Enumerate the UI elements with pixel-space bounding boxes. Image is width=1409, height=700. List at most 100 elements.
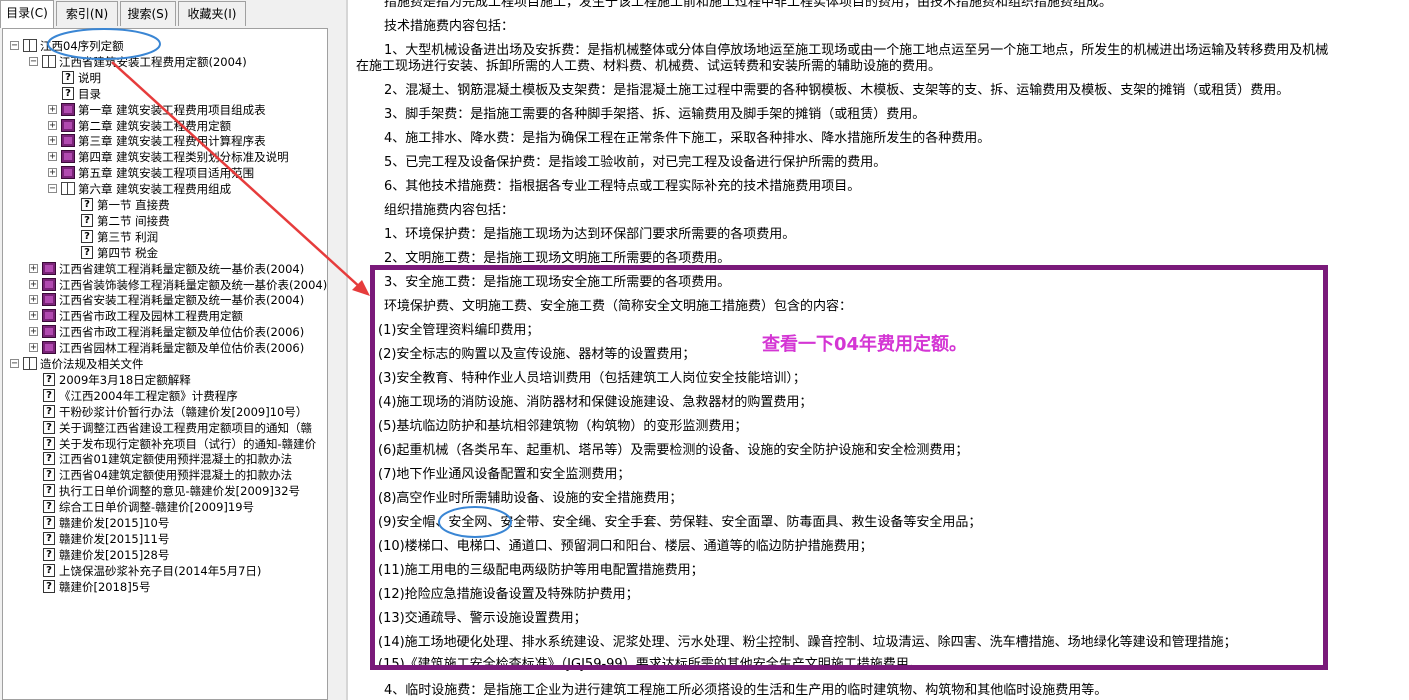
tree-item-label: 干粉砂浆计价暂行办法（赣建价发[2009]10号） <box>59 404 308 419</box>
tree-item-label: 说明 <box>78 70 101 85</box>
content-paragraph: (10)楼梯口、电梯口、通道口、预留洞口和阳台、楼层、通道等的临边防护措施费用； <box>378 539 873 554</box>
content-paragraph: 技术措施费内容包括： <box>384 19 515 34</box>
expand-icon[interactable]: + <box>48 152 57 162</box>
help-page-icon: ? <box>43 388 55 402</box>
help-page-icon: ? <box>43 452 55 466</box>
help-page-icon: ? <box>43 468 55 482</box>
help-page-icon: ? <box>81 213 93 227</box>
annotation-note: 查看一下04年费用定额。 <box>762 334 968 355</box>
book-closed-icon <box>42 261 56 275</box>
help-page-icon: ? <box>81 229 93 243</box>
expand-icon[interactable]: + <box>48 136 57 146</box>
content-paragraph: (11)施工用电的三级配电两级防护等用电配置措施费用； <box>378 563 704 578</box>
help-page-icon: ? <box>43 484 55 498</box>
tree-item-label: 第一节 直接费 <box>97 198 170 212</box>
tree-item-label: 江西省安装工程消耗量定额及统一基价表(2004) <box>59 293 305 308</box>
help-page-icon: ? <box>43 547 55 561</box>
tree-item-label: 第四章 建筑安装工程类别划分标准及说明 <box>78 150 289 165</box>
collapse-icon[interactable]: − <box>29 56 38 66</box>
tree-item-label: 第六章 建筑安装工程费用组成 <box>78 182 232 197</box>
book-closed-icon <box>42 341 56 355</box>
expand-icon[interactable]: + <box>29 279 38 289</box>
book-closed-icon <box>61 102 75 116</box>
tree-item-label: 江西省装饰装修工程消耗量定额及统一基价表(2004) <box>59 277 328 292</box>
expand-icon[interactable]: + <box>48 104 57 114</box>
content-paragraph: 4、施工排水、降水费：是指为确保工程在正常条件下施工，采取各种排水、降水措施所发… <box>384 131 991 146</box>
content-paragraph: (8)高空作业时所需辅助设备、设施的安全措施费用； <box>378 491 683 506</box>
book-closed-icon <box>42 277 56 291</box>
tree-item-label: 执行工日单价调整的意见-赣建价发[2009]32号 <box>59 484 301 499</box>
tree-item-label: 第四节 税金 <box>97 245 159 260</box>
tree-item-label: 2009年3月18日定额解释 <box>59 372 191 387</box>
tree-item-label: 综合工日单价调整-赣建价[2009]19号 <box>59 500 255 515</box>
expand-icon[interactable]: + <box>29 311 38 321</box>
expand-icon[interactable]: + <box>48 168 57 178</box>
content-paragraph: (2)安全标志的购置以及宣传设施、器材等的设置费用； <box>378 347 696 362</box>
help-page-icon: ? <box>43 404 55 418</box>
content-paragraph: (6)起重机械（各类吊车、起重机、塔吊等）及需要检测的设备、设施的安全防护设施和… <box>378 443 969 458</box>
help-page-icon: ? <box>43 579 55 593</box>
tab-contents[interactable]: 目录(C) <box>0 0 54 28</box>
content-paragraph: 2、混凝土、钢筋混凝土模板及支架费：是指混凝土施工过程中需要的各种钢模板、木模板… <box>384 83 1290 98</box>
expand-icon[interactable]: + <box>29 343 38 353</box>
navigation-pane: 目录(C) 索引(N) 搜索(S) 收藏夹(I) − 江西04序列定额 − 江西省建筑… <box>0 0 332 700</box>
content-paragraph: (9)安全帽、安全网、安全带、安全绳、安全手套、劳保鞋、安全面罩、防毒面具、救生… <box>378 515 982 530</box>
tree-item-label: 第五章 建筑安装工程项目适用范围 <box>78 166 255 181</box>
content-paragraph: (14)施工场地硬化处理、排水系统建设、泥浆处理、污水处理、粉尘控制、躁音控制、… <box>378 635 1237 650</box>
tree-item-label: 目录 <box>78 86 101 101</box>
tree-item-label: 江西04序列定额 <box>40 38 124 54</box>
content-paragraph: 1、环境保护费：是指施工现场为达到环保部门要求所需要的各项费用。 <box>384 227 796 242</box>
tree-item-label: 第三节 利润 <box>97 229 159 244</box>
tree-item-label: 《江西2004年工程定额》计费程序 <box>59 388 238 403</box>
expand-icon[interactable]: + <box>29 263 38 273</box>
tree-item-label: 江西省04建筑定额使用预拌混凝土的扣款办法 <box>59 468 293 483</box>
tab-search[interactable]: 搜索(S) <box>120 1 176 26</box>
book-closed-icon <box>42 293 56 307</box>
tree-item-label: 上饶保温砂浆补充子目(2014年5月7日) <box>59 563 262 578</box>
contents-tree[interactable]: − 江西04序列定额 − 江西省建筑安装工程费用定额(2004)? 说明? 目录 + 第一章 … <box>2 28 328 700</box>
tree-item-label: 赣建价[2018]5号 <box>59 579 151 594</box>
expand-icon[interactable]: + <box>29 295 38 305</box>
content-paragraph: 在施工现场进行安装、拆卸所需的人工费、材料费、机械费、试运转费和安装所需的辅助设… <box>356 59 942 74</box>
book-open-icon <box>61 182 75 196</box>
help-page-icon: ? <box>81 245 93 259</box>
tree-item-label: 赣建价发[2015]10号 <box>59 516 170 530</box>
expand-icon[interactable]: + <box>48 120 57 130</box>
tree-item-label: 关于调整江西省建设工程费用定额项目的通知（赣 <box>59 420 312 435</box>
tab-favorites[interactable]: 收藏夹(I) <box>178 1 246 26</box>
nav-tabs: 目录(C) 索引(N) 搜索(S) 收藏夹(I) <box>0 0 332 28</box>
content-paragraph: (1)安全管理资料编印费用； <box>378 323 540 338</box>
book-open-icon <box>23 39 37 52</box>
help-page-icon: ? <box>81 198 93 211</box>
collapse-icon[interactable]: − <box>48 184 57 194</box>
tab-index[interactable]: 索引(N) <box>56 1 118 26</box>
help-page-icon: ? <box>43 563 55 577</box>
content-paragraph: 2、文明施工费：是指施工现场文明施工所需要的各项费用。 <box>384 251 731 266</box>
help-page-icon: ? <box>43 436 55 450</box>
collapse-icon[interactable]: − <box>10 359 19 369</box>
tree-scrollbar[interactable] <box>332 0 346 700</box>
help-page-icon: ? <box>43 372 55 386</box>
book-open-icon <box>42 54 56 68</box>
tree-item-label: 第二章 建筑安装工程费用定额 <box>78 118 232 133</box>
help-page-icon: ? <box>43 420 55 434</box>
book-closed-icon <box>42 309 56 323</box>
help-page-icon: ? <box>62 86 74 100</box>
help-page-icon: ? <box>62 70 74 84</box>
book-closed-icon <box>61 166 75 180</box>
tree-item-label: 关于发布现行定额补充项目（试行）的通知-赣建价 <box>59 436 317 451</box>
collapse-icon[interactable]: − <box>10 41 19 51</box>
help-page-icon: ? <box>43 516 55 529</box>
tree-item-label: 江西省园林工程消耗量定额及单位估价表(2006) <box>59 341 305 356</box>
book-closed-icon <box>61 134 75 148</box>
tree-item-label: 第三章 建筑安装工程费用计算程序表 <box>78 134 266 149</box>
expand-icon[interactable]: + <box>29 327 38 337</box>
content-paragraph: 措施费是指为完成工程项目施工，发生于该工程施工前和施工过程中非工程实体项目的费用… <box>384 0 1113 10</box>
tree-item-label: 第二节 间接费 <box>97 213 170 228</box>
help-page-icon: ? <box>43 531 55 545</box>
content-paragraph: 4、临时设施费：是指施工企业为进行建筑工程施工所必须搭设的生活和生产用的临时建筑… <box>384 683 1108 698</box>
content-paragraph: 6、其他技术措施费：指根据各专业工程特点或工程实际补充的技术措施费用项目。 <box>384 179 861 194</box>
book-closed-icon <box>61 150 75 164</box>
content-paragraph: 环境保护费、文明施工费、安全施工费（简称安全文明施工措施费）包含的内容： <box>384 299 853 314</box>
tree-item-label: 江西省市政工程及园林工程费用定额 <box>59 309 243 324</box>
